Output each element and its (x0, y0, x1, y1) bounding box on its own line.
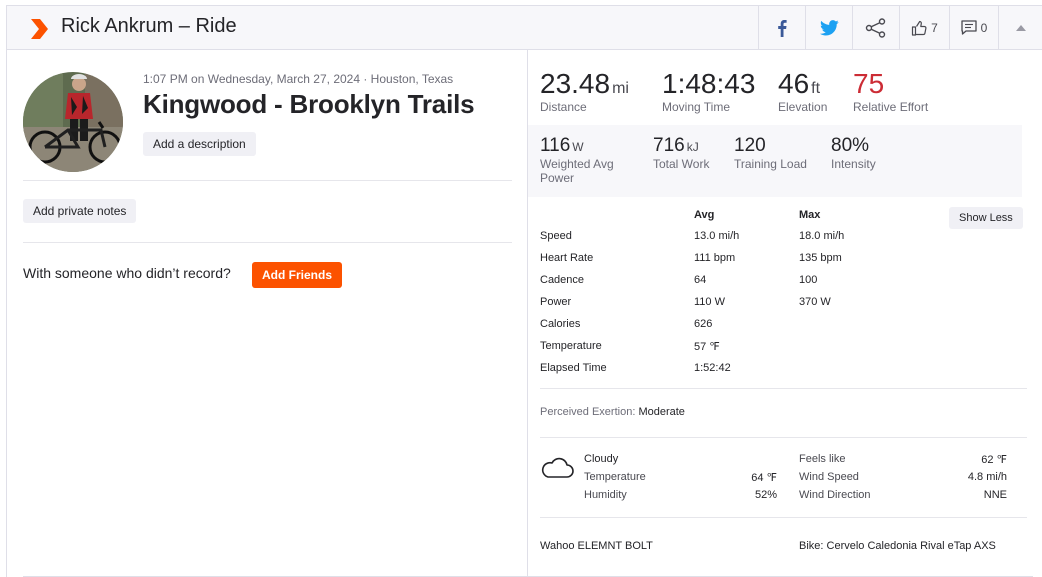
row-label: Temperature (540, 340, 602, 352)
activity-header: Rick Ankrum – Ride 7 0 (7, 5, 1042, 50)
stat-label: Relative Effort (853, 100, 929, 114)
divider (23, 180, 512, 181)
activity-frame: Rick Ankrum – Ride 7 0 1:07 PM on Wednes… (6, 5, 1042, 577)
row-max: 100 (799, 274, 818, 286)
strava-chevron-icon (31, 19, 48, 39)
divider (540, 437, 1027, 438)
facebook-share-button[interactable] (758, 6, 805, 49)
weather-temperature-label: Temperature (584, 471, 646, 483)
device-name: Wahoo ELEMNT BOLT (540, 540, 653, 552)
stat-value: 1:48:43 (662, 68, 756, 99)
activity-meta: 1:07 PM on Wednesday, March 27, 2024 · H… (143, 72, 454, 86)
stat-label: Weighted Avg Power (540, 157, 614, 185)
show-less-button[interactable]: Show Less (949, 207, 1023, 229)
weather-humidity-value: 52% (754, 489, 777, 501)
row-avg: 1:52:42 (694, 362, 731, 374)
comments-button[interactable]: 0 (949, 6, 998, 49)
stat-unit: mi (612, 80, 629, 97)
collapse-button[interactable] (998, 6, 1042, 49)
row-max: 18.0 mi/h (799, 230, 845, 242)
perceived-exertion-value: Moderate (638, 406, 685, 418)
with-someone-text: With someone who didn’t record? (23, 265, 231, 281)
perceived-exertion-label: Perceived Exertion: (540, 406, 636, 418)
athlete-avatar[interactable] (23, 72, 123, 172)
caret-up-icon (1015, 24, 1026, 31)
weather-wind-direction-value: NNE (983, 489, 1007, 501)
facebook-icon (778, 19, 787, 37)
stat-weighted-avg-power: 116 W Weighted Avg Power (540, 135, 640, 185)
secondary-stats-panel: 116 W Weighted Avg Power 716 kJ Total Work… (528, 125, 1022, 197)
share-button[interactable] (852, 6, 899, 49)
stat-intensity[interactable]: 80% Intensity (831, 135, 876, 171)
stat-relative-effort[interactable]: 75 Relative Effort (853, 68, 928, 114)
stat-label: Intensity (831, 157, 876, 171)
bike-name: Bike: Cervelo Caledonia Rival eTap AXS (799, 540, 996, 552)
weather-humidity-label: Humidity (584, 489, 627, 501)
weather-feels-like-value: 62 ℉ (981, 454, 1007, 466)
comment-count: 0 (980, 20, 988, 35)
row-label: Calories (540, 318, 581, 330)
share-icon (865, 17, 886, 38)
row-avg: 13.0 mi/h (694, 230, 740, 242)
stat-label: Moving Time (662, 100, 731, 114)
row-label: Cadence (540, 274, 585, 286)
stat-label: Total Work (653, 157, 710, 171)
row-max: 370 W (799, 296, 831, 308)
stat-distance: 23.48 mi Distance (540, 68, 629, 114)
stat-unit: ft (811, 80, 821, 97)
weather-feels-like-label: Feels like (799, 453, 846, 465)
page-title: Rick Ankrum – Ride (61, 15, 237, 37)
avg-column-header: Avg (694, 209, 715, 221)
weather-wind-speed-value: 4.8 mi/h (967, 471, 1007, 483)
row-avg: 64 (694, 274, 707, 286)
stat-value: 75 (853, 68, 885, 99)
stat-value: 120 (734, 135, 766, 156)
cloud-icon (541, 457, 574, 478)
weather-temperature-value: 64 ℉ (751, 472, 777, 484)
stat-moving-time: 1:48:43 Moving Time (662, 68, 755, 114)
perceived-exertion: Perceived Exertion: Moderate (540, 406, 685, 418)
stat-value: 23.48 (540, 68, 611, 99)
row-label: Elapsed Time (540, 362, 607, 374)
athlete-photo (23, 72, 123, 172)
stat-label: Distance (540, 100, 587, 114)
row-label: Heart Rate (540, 252, 594, 264)
stat-training-load[interactable]: 120 Training Load (734, 135, 807, 171)
thumbs-up-icon (912, 20, 927, 36)
stat-value: 716 (653, 135, 685, 156)
weather-condition: Cloudy (584, 453, 619, 465)
max-column-header: Max (799, 209, 821, 221)
divider (540, 517, 1027, 518)
stat-label: Elevation (778, 100, 828, 114)
twitter-share-button[interactable] (805, 6, 852, 49)
divider (23, 242, 512, 243)
stat-label: Training Load (734, 157, 807, 171)
weather-wind-direction-label: Wind Direction (799, 489, 871, 501)
twitter-icon (819, 19, 839, 35)
stat-total-work: 716 kJ Total Work (653, 135, 709, 171)
divider (540, 388, 1027, 389)
weather-wind-speed-label: Wind Speed (799, 471, 859, 483)
add-private-notes-button[interactable]: Add private notes (23, 199, 137, 223)
add-friends-button[interactable]: Add Friends (252, 262, 343, 288)
stat-unit: W (572, 140, 584, 154)
stat-value: 116 (540, 135, 571, 156)
comment-icon (961, 20, 977, 35)
row-label: Speed (540, 230, 572, 242)
stat-value: 80% (831, 135, 870, 156)
stat-unit: kJ (686, 140, 699, 154)
stat-value: 46 (778, 68, 810, 99)
kudos-button[interactable]: 7 (899, 6, 949, 49)
add-description-button[interactable]: Add a description (143, 132, 256, 156)
activity-name[interactable]: Kingwood - Brooklyn Trails (143, 89, 475, 120)
row-avg: 626 (694, 318, 713, 330)
row-avg: 57 ℉ (694, 341, 720, 353)
kudos-count: 7 (931, 20, 938, 35)
row-max: 135 bpm (799, 252, 842, 264)
row-avg: 111 bpm (694, 252, 736, 264)
stat-elevation: 46 ft Elevation (778, 68, 827, 114)
row-label: Power (540, 296, 572, 308)
row-avg: 110 W (694, 296, 725, 308)
